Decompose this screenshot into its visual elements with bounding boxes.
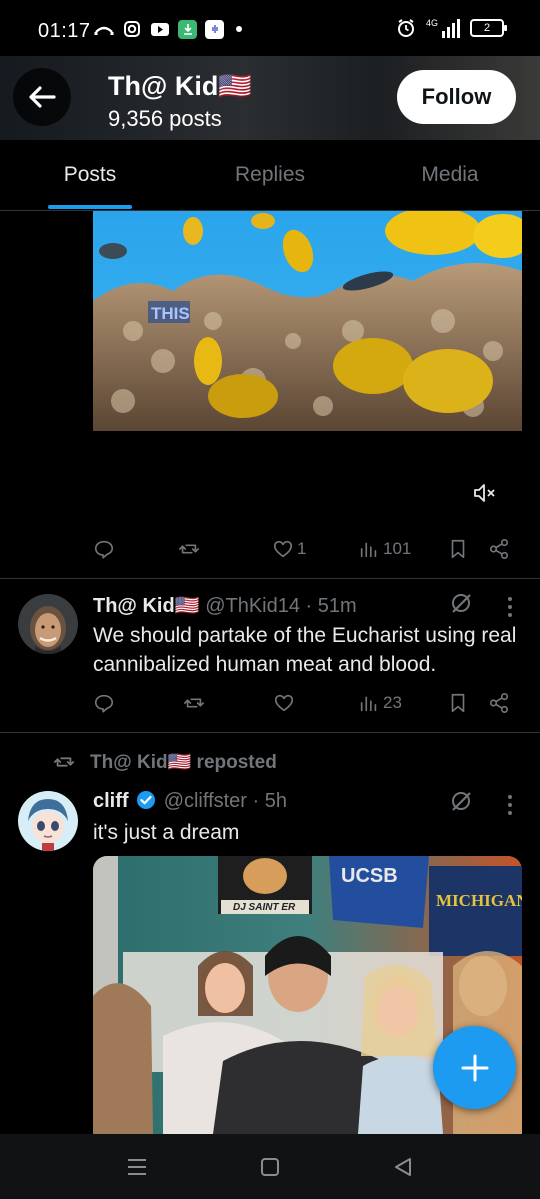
reply-button[interactable] bbox=[93, 538, 118, 560]
grok-icon[interactable] bbox=[449, 591, 473, 615]
views-chart-icon bbox=[360, 696, 377, 712]
repost-button[interactable] bbox=[178, 538, 203, 560]
profile-header: Th@ Kid🇺🇸 9,356 posts Follow bbox=[0, 56, 540, 140]
share-button[interactable] bbox=[488, 538, 510, 560]
author-handle[interactable]: @ThKid14 bbox=[205, 595, 300, 617]
reef-fish-image: THIS bbox=[93, 211, 522, 431]
reply-icon bbox=[94, 540, 114, 559]
repost-label[interactable]: Th@ Kid🇺🇸 reposted bbox=[90, 750, 277, 774]
post-video[interactable]: THIS bbox=[93, 211, 522, 431]
grok-icon[interactable] bbox=[449, 789, 473, 813]
status-system-icons: 4G 2 bbox=[396, 17, 507, 38]
audio-app-icon bbox=[205, 19, 224, 39]
post-text: We should partake of the Eucharist using… bbox=[93, 624, 517, 676]
post-divider bbox=[0, 578, 540, 579]
sign-ucsb: UCSB bbox=[341, 865, 398, 887]
author-name[interactable]: cliff bbox=[93, 790, 129, 812]
sign-dj: DJ SAINT ER bbox=[233, 902, 296, 913]
like-button[interactable]: 1 bbox=[272, 538, 306, 560]
verified-badge-icon bbox=[137, 791, 156, 809]
status-bar: 01:17 4G 2 bbox=[0, 0, 540, 56]
bookmark-button[interactable] bbox=[447, 692, 469, 714]
post-text: it's just a dream bbox=[93, 821, 240, 844]
avatar[interactable] bbox=[18, 594, 78, 654]
more-options-icon[interactable] bbox=[507, 794, 513, 816]
youtube-icon bbox=[150, 19, 170, 39]
view-count: 101 bbox=[383, 539, 412, 558]
like-button[interactable] bbox=[273, 692, 298, 714]
views-button[interactable]: 101 bbox=[358, 538, 411, 560]
recent-apps-icon[interactable] bbox=[124, 1154, 150, 1180]
signal-icon: 4G bbox=[425, 17, 460, 38]
avatar-image bbox=[18, 791, 78, 851]
reply-button[interactable] bbox=[93, 692, 118, 714]
repost-icon bbox=[179, 544, 199, 554]
alarm-icon bbox=[396, 18, 416, 38]
post-actions: 23 bbox=[93, 692, 523, 720]
view-count: 23 bbox=[383, 693, 402, 712]
bookmark-icon bbox=[451, 693, 465, 713]
active-tab-indicator bbox=[48, 205, 132, 209]
status-notification-icons bbox=[94, 19, 242, 39]
sign-michigan: MICHIGAN bbox=[436, 891, 522, 910]
avatar-image bbox=[18, 594, 78, 654]
compose-post-button[interactable] bbox=[433, 1026, 516, 1109]
post-actions: 1 101 bbox=[93, 538, 523, 566]
plus-icon bbox=[461, 1054, 488, 1081]
post-header: cliff @cliffster · 5h bbox=[93, 790, 287, 812]
missed-call-icon bbox=[94, 19, 114, 39]
repost-icon bbox=[53, 757, 75, 767]
system-navigation-bar bbox=[0, 1134, 540, 1199]
post-time: 51m bbox=[317, 595, 357, 617]
avatar[interactable] bbox=[18, 791, 78, 851]
tab-media[interactable]: Media bbox=[360, 140, 540, 210]
arrow-left-icon bbox=[29, 86, 56, 108]
more-notifications-dot bbox=[236, 26, 242, 32]
heart-icon bbox=[274, 694, 294, 712]
views-chart-icon bbox=[360, 542, 377, 558]
post-count: 9,356 posts bbox=[108, 106, 222, 131]
download-icon bbox=[178, 19, 197, 39]
tab-replies[interactable]: Replies bbox=[180, 140, 360, 210]
repost-indicator: Th@ Kid🇺🇸 reposted bbox=[52, 750, 277, 774]
heart-icon bbox=[273, 540, 293, 558]
more-options-icon[interactable] bbox=[507, 596, 513, 618]
reply-icon bbox=[94, 694, 114, 713]
back-button[interactable] bbox=[13, 68, 71, 126]
mute-icon[interactable] bbox=[472, 482, 496, 504]
views-button[interactable]: 23 bbox=[358, 692, 402, 714]
author-handle[interactable]: @cliffster bbox=[164, 790, 247, 812]
share-icon bbox=[489, 693, 509, 713]
status-time: 01:17 bbox=[38, 20, 91, 42]
home-icon[interactable] bbox=[257, 1154, 283, 1180]
network-type: 4G bbox=[425, 17, 438, 28]
post-divider bbox=[0, 732, 540, 733]
like-count: 1 bbox=[297, 539, 307, 558]
follow-button[interactable]: Follow bbox=[397, 70, 516, 124]
profile-name: Th@ Kid🇺🇸 bbox=[108, 71, 252, 101]
author-name[interactable]: Th@ Kid🇺🇸 bbox=[93, 595, 200, 617]
repost-button[interactable] bbox=[183, 692, 208, 714]
share-button[interactable] bbox=[488, 692, 510, 714]
battery-icon: 2 bbox=[470, 19, 507, 37]
share-icon bbox=[489, 539, 509, 559]
media-caption: THIS bbox=[151, 304, 190, 323]
bookmark-icon bbox=[451, 539, 465, 559]
profile-tabs: Posts Replies Media bbox=[0, 140, 540, 211]
post-time: 5h bbox=[264, 790, 287, 812]
tab-posts[interactable]: Posts bbox=[0, 140, 180, 210]
repost-icon bbox=[184, 698, 204, 708]
battery-level: 2 bbox=[483, 22, 491, 34]
bookmark-button[interactable] bbox=[447, 538, 469, 560]
post-header: Th@ Kid🇺🇸 @ThKid14 · 51m bbox=[93, 595, 357, 617]
instagram-icon bbox=[122, 19, 142, 39]
back-nav-icon[interactable] bbox=[390, 1154, 416, 1180]
